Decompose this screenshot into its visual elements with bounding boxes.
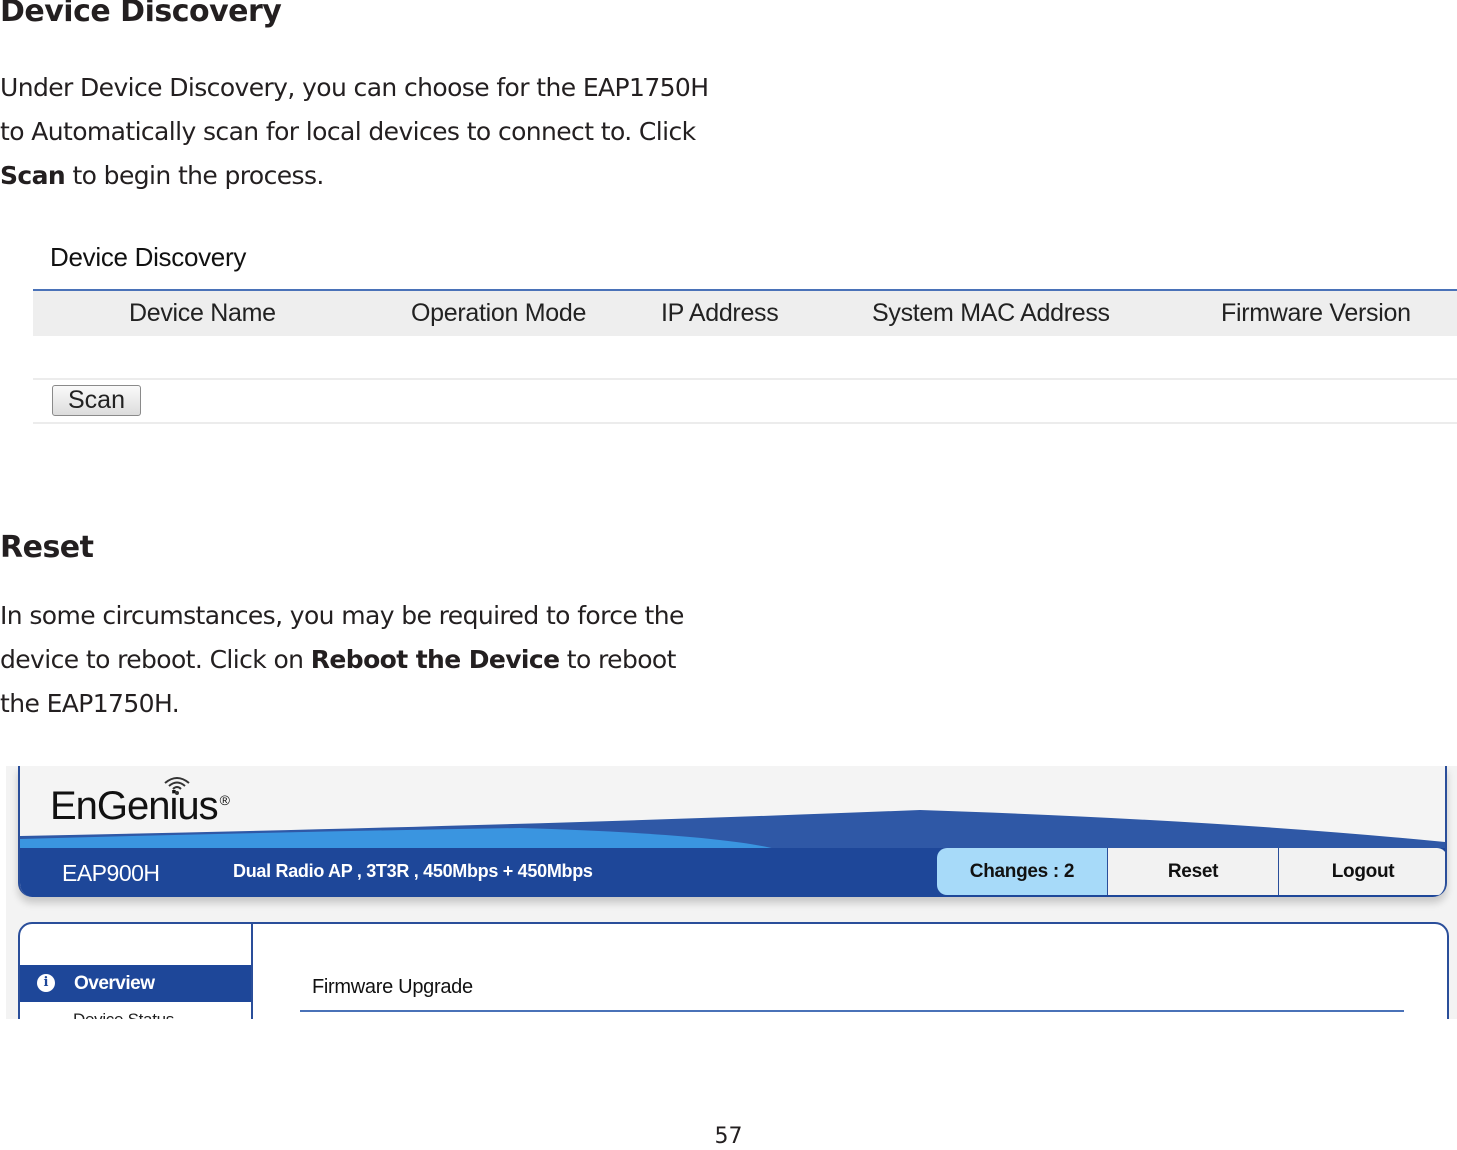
engenius-ui-screenshot: EnGenius ® EAP900H Dual Radio AP , 3T3R ,… xyxy=(6,766,1457,1019)
changes-button[interactable]: Changes : 2 xyxy=(937,848,1107,895)
info-icon: i xyxy=(37,974,55,992)
para-line: the EAP1750H. xyxy=(0,689,180,718)
scan-button[interactable]: Scan xyxy=(52,385,141,416)
sidebar-item-device-status[interactable]: Device Status xyxy=(73,1010,174,1019)
sidebar-item-overview[interactable]: i Overview xyxy=(20,965,251,1002)
page-number: 57 xyxy=(714,1124,743,1149)
para-line: Under Device Discovery, you can choose f… xyxy=(0,73,709,102)
divider xyxy=(300,1010,1404,1012)
device-discovery-paragraph: Under Device Discovery, you can choose f… xyxy=(0,66,720,198)
divider xyxy=(33,422,1457,424)
sidebar: i Overview Device Status xyxy=(20,924,253,1019)
section-heading-reset: Reset xyxy=(0,530,94,565)
para-bold-reboot: Reboot the Device xyxy=(310,645,560,674)
column-header-ip-address: IP Address xyxy=(661,299,779,327)
panel-title: Device Discovery xyxy=(50,242,247,272)
column-header-firmware-version: Firmware Version xyxy=(1221,299,1411,327)
para-line: to reboot xyxy=(559,645,677,674)
engenius-body: i Overview Device Status Firmware Upgrad… xyxy=(18,922,1449,1019)
column-header-operation-mode: Operation Mode xyxy=(411,299,587,327)
divider xyxy=(33,378,1457,380)
model-description: Dual Radio AP , 3T3R , 450Mbps + 450Mbps xyxy=(233,861,593,881)
model-name: EAP900H xyxy=(62,860,160,886)
wifi-icon xyxy=(164,777,190,795)
para-bold-scan: Scan xyxy=(0,161,66,190)
sidebar-item-label: Overview xyxy=(74,973,155,994)
para-line: device to reboot. Click on xyxy=(0,645,311,674)
section-heading-device-discovery: Device Discovery xyxy=(0,0,282,29)
para-line: to Automatically scan for local devices … xyxy=(0,117,696,146)
column-header-device-name: Device Name xyxy=(129,299,276,327)
device-discovery-panel: Device Discovery Device Name Operation M… xyxy=(0,230,1457,430)
engenius-header: EnGenius ® EAP900H Dual Radio AP , 3T3R ,… xyxy=(18,766,1447,897)
logout-button[interactable]: Logout xyxy=(1278,848,1445,895)
column-header-mac-address: System MAC Address xyxy=(872,299,1110,327)
header-bar: EAP900H Dual Radio AP , 3T3R , 450Mbps +… xyxy=(20,848,1445,897)
reset-button[interactable]: Reset xyxy=(1107,848,1278,895)
table-header: Device Name Operation Mode IP Address Sy… xyxy=(33,291,1457,336)
content-title: Firmware Upgrade xyxy=(312,976,473,998)
para-line: In some circumstances, you may be requir… xyxy=(0,601,684,630)
para-line: to begin the process. xyxy=(65,161,324,190)
reset-paragraph: In some circumstances, you may be requir… xyxy=(0,594,720,726)
